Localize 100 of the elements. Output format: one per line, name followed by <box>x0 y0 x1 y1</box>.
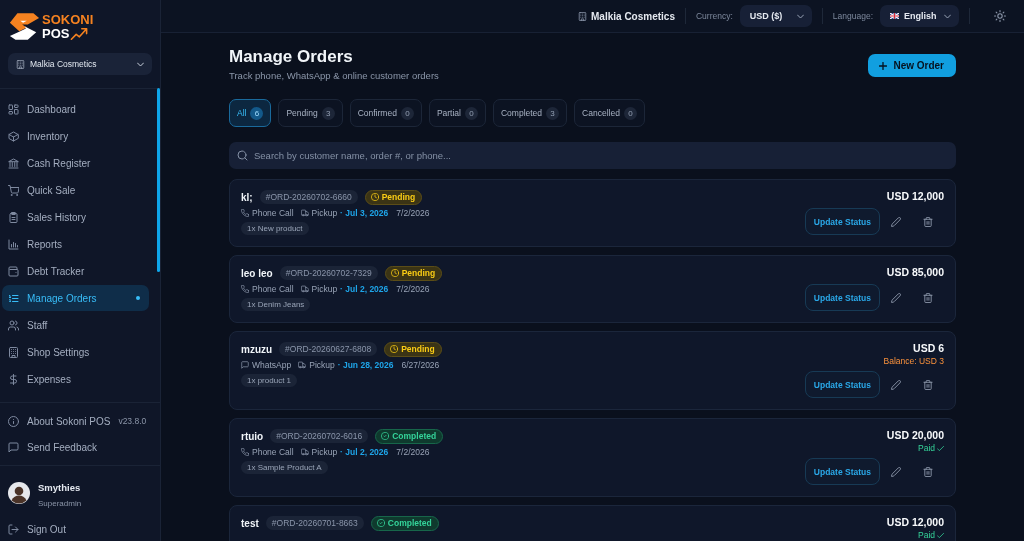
nav-item[interactable]: Cash Register <box>2 150 149 176</box>
bank-icon <box>8 157 19 169</box>
nav-item[interactable]: Sales History <box>2 204 149 230</box>
fulfillment-method: Pickup <box>309 359 335 370</box>
status-text: Pending <box>401 344 435 354</box>
dollar-icon <box>8 373 19 385</box>
shop-select[interactable]: Malkia Cosmetics <box>8 53 152 75</box>
scrollbar-thumb[interactable] <box>157 88 160 272</box>
tab-count: 6 <box>250 106 264 120</box>
truck-icon <box>300 284 309 293</box>
nav-item[interactable]: Shop Settings <box>2 339 149 365</box>
order-channel: Phone Call <box>252 207 294 218</box>
chevron-down-icon <box>944 13 951 19</box>
customer-name: leo leo <box>241 267 273 279</box>
building-icon <box>16 59 25 69</box>
chat-bubble-icon <box>8 441 19 453</box>
update-status-button[interactable]: Update Status <box>804 284 880 311</box>
nav-item[interactable]: Staff <box>2 312 149 338</box>
status-text: Pending <box>401 268 436 278</box>
order-number: #ORD-20260702-6660 <box>259 190 358 204</box>
wallet-icon <box>8 265 19 277</box>
pencil-icon <box>891 216 901 227</box>
order-item: 1x Denim Jeans <box>241 298 311 311</box>
logo-text: POS <box>42 27 70 41</box>
nav-item[interactable]: Reports <box>2 231 149 257</box>
status-text: Completed <box>387 518 432 528</box>
filter-tab[interactable]: Cancelled 0 <box>574 99 645 127</box>
language-label: Language: <box>832 11 873 21</box>
user-role: Superadmin <box>38 498 82 509</box>
avatar-icon <box>8 482 30 504</box>
filter-tab[interactable]: Confirmed 0 <box>349 99 422 127</box>
currency-select[interactable]: USD ($) <box>739 5 812 27</box>
sidebar-link[interactable]: About Sokoni POS v23.8.0 <box>2 408 149 434</box>
customer-name: test <box>241 517 259 529</box>
logo-text: SOKONI <box>42 13 94 27</box>
update-status-button[interactable]: Update Status <box>804 371 880 398</box>
search-field[interactable]: Search by customer name, order #, or phone... <box>229 142 956 169</box>
clock-icon <box>390 345 399 353</box>
pencil-icon <box>891 292 901 303</box>
clock-icon <box>390 269 399 277</box>
order-number: #ORD-20260701-8663 <box>265 516 364 530</box>
tab-count: 3 <box>321 106 335 120</box>
bar-chart-icon <box>8 238 19 250</box>
currency-label: Currency: <box>695 11 733 21</box>
order-number: #ORD-20260702-7329 <box>279 266 378 280</box>
sidebar-link[interactable]: Send Feedback <box>2 434 149 460</box>
nav-item[interactable]: Expenses <box>2 366 149 392</box>
sign-out-button[interactable]: Sign Out <box>2 517 149 541</box>
s-shape-logo-icon <box>8 12 40 41</box>
grid-icon <box>8 103 19 115</box>
clipboard-icon <box>8 211 19 223</box>
update-status-button[interactable]: Update Status <box>804 208 880 235</box>
nav-item[interactable]: Debt Tracker <box>2 258 149 284</box>
order-channel: WhatsApp <box>252 359 292 370</box>
info-icon <box>8 415 19 427</box>
trash-icon <box>923 292 933 303</box>
filter-tab[interactable]: Partial 0 <box>428 99 486 127</box>
order-number: #ORD-20260627-6808 <box>279 342 378 356</box>
customer-name: mzuzu <box>241 343 273 355</box>
truck-icon <box>300 447 309 456</box>
page-title: Manage Orders <box>229 47 354 67</box>
tab-count: 3 <box>546 106 560 120</box>
new-order-button[interactable]: New Order <box>868 54 956 77</box>
filter-tab[interactable]: Pending 3 <box>278 99 343 127</box>
update-status-button[interactable]: Update Status <box>804 458 880 485</box>
pencil-icon <box>891 379 901 390</box>
chevron-down-icon <box>137 61 144 67</box>
nav-item[interactable]: Quick Sale <box>2 177 149 203</box>
nav-item[interactable]: Inventory <box>2 123 149 149</box>
dot-icon <box>136 296 140 300</box>
plus-icon <box>879 61 888 70</box>
due-date: · Jun 28, 2026 <box>337 359 394 370</box>
tab-count: 0 <box>400 106 414 120</box>
language-select[interactable]: English <box>880 5 959 27</box>
fulfillment-method: Pickup <box>311 207 338 218</box>
trash-icon <box>923 216 933 227</box>
order-channel: Phone Call <box>252 283 294 294</box>
nav-item[interactable]: Dashboard <box>2 96 149 122</box>
version-number: v23.8.0 <box>118 416 147 426</box>
order-date: 7/2/2026 <box>396 446 430 457</box>
building-icon <box>8 346 19 358</box>
check-icon <box>937 446 944 451</box>
check-circle-icon <box>381 432 390 440</box>
search-icon <box>237 150 248 161</box>
trash-icon <box>923 466 933 477</box>
user-name: Smythies <box>38 482 82 494</box>
phone-icon <box>241 447 249 456</box>
check-circle-icon <box>376 519 385 527</box>
due-date: · Jul 2, 2026 <box>340 283 389 294</box>
order-channel: Phone Call <box>252 446 294 457</box>
clock-icon <box>370 193 379 201</box>
filter-tab[interactable]: Completed 3 <box>492 99 568 127</box>
order-number: #ORD-20260702-6016 <box>270 429 369 443</box>
order-item: 1x product 1 <box>241 374 298 387</box>
order-date: 7/2/2026 <box>396 283 430 294</box>
due-date: · Jul 2, 2026 <box>340 446 389 457</box>
filter-tab[interactable]: All 6 <box>229 99 272 127</box>
nav-item[interactable]: Manage Orders <box>2 285 149 311</box>
people-icon <box>8 319 19 331</box>
list-icon <box>8 292 19 304</box>
